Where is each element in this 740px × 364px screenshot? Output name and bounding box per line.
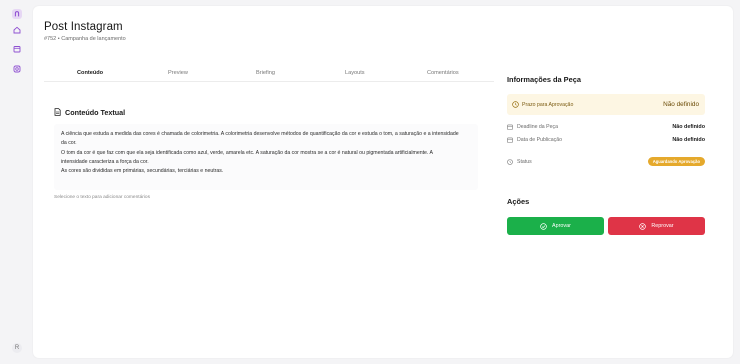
info-row-label: Data de Publicação [517,137,562,143]
info-row-label: Deadline da Peça [517,124,558,130]
x-circle-icon [639,222,647,230]
text-line: da cor. [61,140,77,147]
calendar-icon [507,137,513,143]
home-icon[interactable] [13,26,21,34]
text-line: intensidade caracteriza a força da cor. [61,158,149,165]
logo-icon[interactable] [12,9,22,19]
main-panel: Post Instagram #752 • Campanha de lançam… [33,6,733,358]
section-title: Conteúdo Textual [65,107,126,117]
clock-icon [512,101,519,108]
status-label: Status [517,159,532,165]
info-row-value: Não definido [672,137,705,143]
tab-preview[interactable]: Preview [168,70,188,76]
deadline-label: Prazo para Aprovação [522,102,574,108]
page-title: Post Instagram [44,21,123,33]
status-badge: Aguardando Aprovação [647,157,705,166]
instagram-icon[interactable] [13,65,21,73]
breadcrumb: #752 • Campanha de lançamento [44,36,126,42]
check-circle-icon [540,222,547,230]
tab-conteudo[interactable]: Conteúdo [77,70,103,76]
text-line: As cores são divididas em primárias, sec… [61,168,224,175]
tab-briefing[interactable]: Briefing [256,70,275,76]
info-row-publication: Data de Publicação Não definido [507,136,705,146]
actions-title: Ações [507,197,530,206]
content-section-header: Conteúdo Textual [54,103,125,121]
approve-button[interactable]: Aprovar [507,217,604,235]
info-row-value: Não definido [672,124,705,130]
text-line: O tom da cor é que faz com que ela seja … [61,149,433,156]
reject-label: Reprovar [651,223,674,229]
tab-divider [44,81,494,82]
info-title: Informações da Peça [507,75,581,84]
approval-deadline-box: Prazo para Aprovação Não definido [507,94,705,115]
info-row-status: Status Aguardando Aprovação [507,157,705,168]
deadline-value: Não definido [663,101,699,108]
tab-layouts[interactable]: Layouts [345,70,365,76]
text-line: A ciência que estuda a medida das cores … [61,131,459,137]
tab-comentarios[interactable]: Comentários [427,70,459,76]
clock-icon [507,159,513,165]
info-row-deadline: Deadline da Peça Não definido [507,123,705,133]
tab-bar: Conteúdo Preview Briefing Layouts Coment… [44,66,494,86]
content-text[interactable]: A ciência que estuda a medida das cores … [54,124,478,190]
calendar-icon [507,124,513,130]
avatar[interactable]: R [12,343,22,353]
reject-button[interactable]: Reprovar [608,217,705,235]
comment-hint: Selecione o texto para adicionar comentá… [54,195,150,200]
calendar-icon[interactable] [13,45,21,53]
approve-label: Aprovar [552,223,571,229]
sidebar-rail: R [0,0,33,364]
document-icon [54,103,61,121]
